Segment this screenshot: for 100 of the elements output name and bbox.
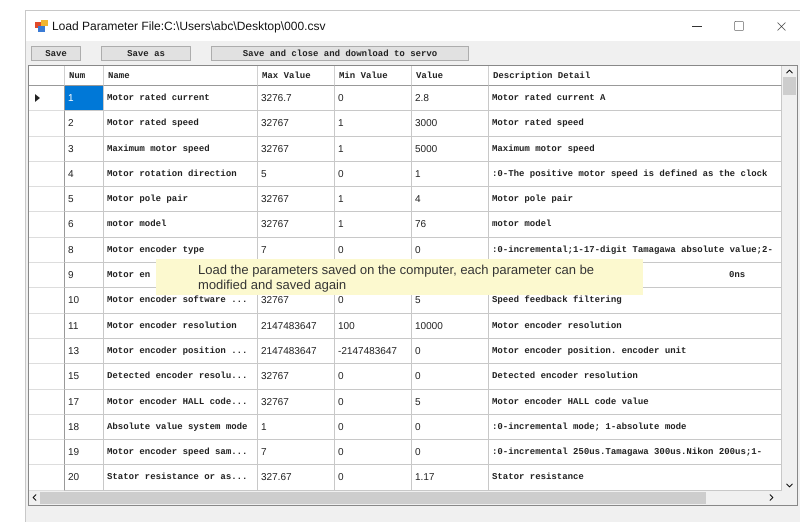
table-cell: 2147483647 bbox=[258, 338, 335, 364]
table-cell: 6 bbox=[65, 212, 104, 238]
table-cell: Motor encoder speed sam... bbox=[104, 440, 258, 466]
table-cell: 4 bbox=[412, 187, 489, 212]
table-cell: 2 bbox=[65, 111, 104, 137]
table-cell: 1.17 bbox=[412, 465, 489, 491]
table-cell: 7 bbox=[258, 440, 335, 466]
column-header[interactable]: Value bbox=[412, 66, 489, 86]
table-cell: 0 bbox=[335, 390, 412, 415]
table-cell: Motor encoder resolution bbox=[104, 314, 258, 339]
table-cell: Detected encoder resolution bbox=[489, 364, 782, 390]
table-cell: 9 bbox=[65, 263, 104, 288]
table-cell: 4 bbox=[65, 162, 104, 188]
table-cell: 32767 bbox=[258, 364, 335, 390]
table-cell: 2147483647 bbox=[258, 314, 335, 339]
table-cell: 0 bbox=[412, 440, 489, 466]
table-cell: 32767 bbox=[258, 390, 335, 415]
table-cell: 32767 bbox=[258, 212, 335, 238]
table-cell: motor model bbox=[489, 212, 782, 238]
column-header[interactable]: Max Value bbox=[258, 66, 335, 86]
table-cell: 1 bbox=[335, 136, 412, 162]
table-cell: 5 bbox=[65, 187, 104, 212]
table-cell: 2.8 bbox=[412, 86, 489, 112]
table-cell: Motor encoder HALL code... bbox=[104, 390, 258, 415]
table-cell: Motor rotation direction bbox=[104, 162, 258, 188]
table-cell: 19 bbox=[65, 440, 104, 466]
table-cell: Motor rated speed bbox=[489, 111, 782, 137]
table-cell: Motor encoder HALL code value bbox=[489, 390, 782, 415]
table-cell: 10 bbox=[65, 288, 104, 314]
table-cell: Maximum motor speed bbox=[104, 136, 258, 162]
row-header[interactable] bbox=[29, 86, 65, 112]
column-header[interactable]: Min Value bbox=[335, 66, 412, 86]
table-cell: Motor encoder position ... bbox=[104, 338, 258, 364]
table-cell: Motor rated current A bbox=[489, 86, 782, 112]
column-header[interactable]: Num bbox=[65, 66, 104, 86]
table-cell: 0 bbox=[335, 465, 412, 491]
table-cell: 0 bbox=[335, 364, 412, 390]
table-cell: Stator resistance bbox=[489, 465, 782, 491]
table-cell: 1 bbox=[335, 111, 412, 137]
table-cell: 1 bbox=[335, 187, 412, 212]
table-cell: Motor encoder position. encoder unit bbox=[489, 338, 782, 364]
table-cell: Motor rated current bbox=[104, 86, 258, 112]
app-icon bbox=[35, 20, 48, 32]
table-cell: 3000 bbox=[412, 111, 489, 137]
table-cell: 5 bbox=[258, 162, 335, 188]
toolbar-button[interactable]: Save and close and download to servo bbox=[211, 46, 469, 61]
table-cell: Motor rated speed bbox=[104, 111, 258, 137]
table-cell: 32767 bbox=[258, 136, 335, 162]
table-cell: 0 bbox=[412, 414, 489, 440]
table-cell: 327.67 bbox=[258, 465, 335, 491]
table-cell: 32767 bbox=[258, 111, 335, 137]
table-cell: 32767 bbox=[258, 187, 335, 212]
table-cell: 0 bbox=[335, 162, 412, 188]
maximize-icon bbox=[733, 20, 745, 32]
scroll-thumb[interactable] bbox=[783, 77, 796, 95]
column-header[interactable]: Description Detail bbox=[489, 66, 782, 86]
table-cell: 13 bbox=[65, 338, 104, 364]
table-cell: 3 bbox=[65, 136, 104, 162]
table-cell: :0-incremental mode; 1-absolute mode bbox=[489, 414, 782, 440]
table-cell: 5000 bbox=[412, 136, 489, 162]
column-header[interactable]: Name bbox=[104, 66, 258, 86]
table-cell: 11 bbox=[65, 314, 104, 339]
horizontal-scrollbar[interactable] bbox=[29, 490, 797, 505]
table-cell: Motor pole pair bbox=[489, 187, 782, 212]
table-cell: 76 bbox=[412, 212, 489, 238]
table-cell: :0-incremental 250us.Tamagawa 300us.Nikon 200us;1- bbox=[489, 440, 782, 466]
table-cell: -2147483647 bbox=[335, 338, 412, 364]
table-cell: 15 bbox=[65, 364, 104, 390]
table-cell: 0 bbox=[335, 414, 412, 440]
table-cell: Detected encoder resolu... bbox=[104, 364, 258, 390]
table-cell: Motor encoder resolution bbox=[489, 314, 782, 339]
window-title: Load Parameter File:C:\Users\abc\Desktop\000.csv bbox=[52, 19, 326, 33]
table-cell: Stator resistance or as... bbox=[104, 465, 258, 491]
toolbar-button[interactable]: Save as bbox=[101, 46, 191, 61]
table-cell: 8 bbox=[65, 238, 104, 264]
table-cell: 1 bbox=[65, 86, 104, 112]
table-cell: 0 bbox=[335, 440, 412, 466]
table-cell: :0-The positive motor speed is defined as the clock bbox=[489, 162, 782, 188]
table-cell: 1 bbox=[258, 414, 335, 440]
table-cell: 17 bbox=[65, 390, 104, 415]
current-row-icon bbox=[35, 94, 40, 102]
corner-header bbox=[29, 66, 65, 86]
table-cell: 10000 bbox=[412, 314, 489, 339]
toolbar-button[interactable]: Save bbox=[31, 46, 81, 61]
table-cell: 1 bbox=[412, 162, 489, 188]
table-cell: motor model bbox=[104, 212, 258, 238]
table-cell: 100 bbox=[335, 314, 412, 339]
table-cell: 5 bbox=[412, 390, 489, 415]
table-cell: 20 bbox=[65, 465, 104, 491]
table-cell: 1 bbox=[335, 212, 412, 238]
table-cell: 3276.7 bbox=[258, 86, 335, 112]
scroll-thumb[interactable] bbox=[40, 492, 706, 504]
tooltip: Load the parameters saved on the computer, each parameter can be modified and saved again bbox=[156, 259, 643, 295]
table-cell: Absolute value system mode bbox=[104, 414, 258, 440]
table-cell: 0 bbox=[412, 338, 489, 364]
table-cell: Maximum motor speed bbox=[489, 136, 782, 162]
table-cell: 18 bbox=[65, 414, 104, 440]
table-cell: 0 bbox=[335, 86, 412, 112]
vertical-scrollbar[interactable] bbox=[782, 66, 797, 491]
table-cell: Motor pole pair bbox=[104, 187, 258, 212]
